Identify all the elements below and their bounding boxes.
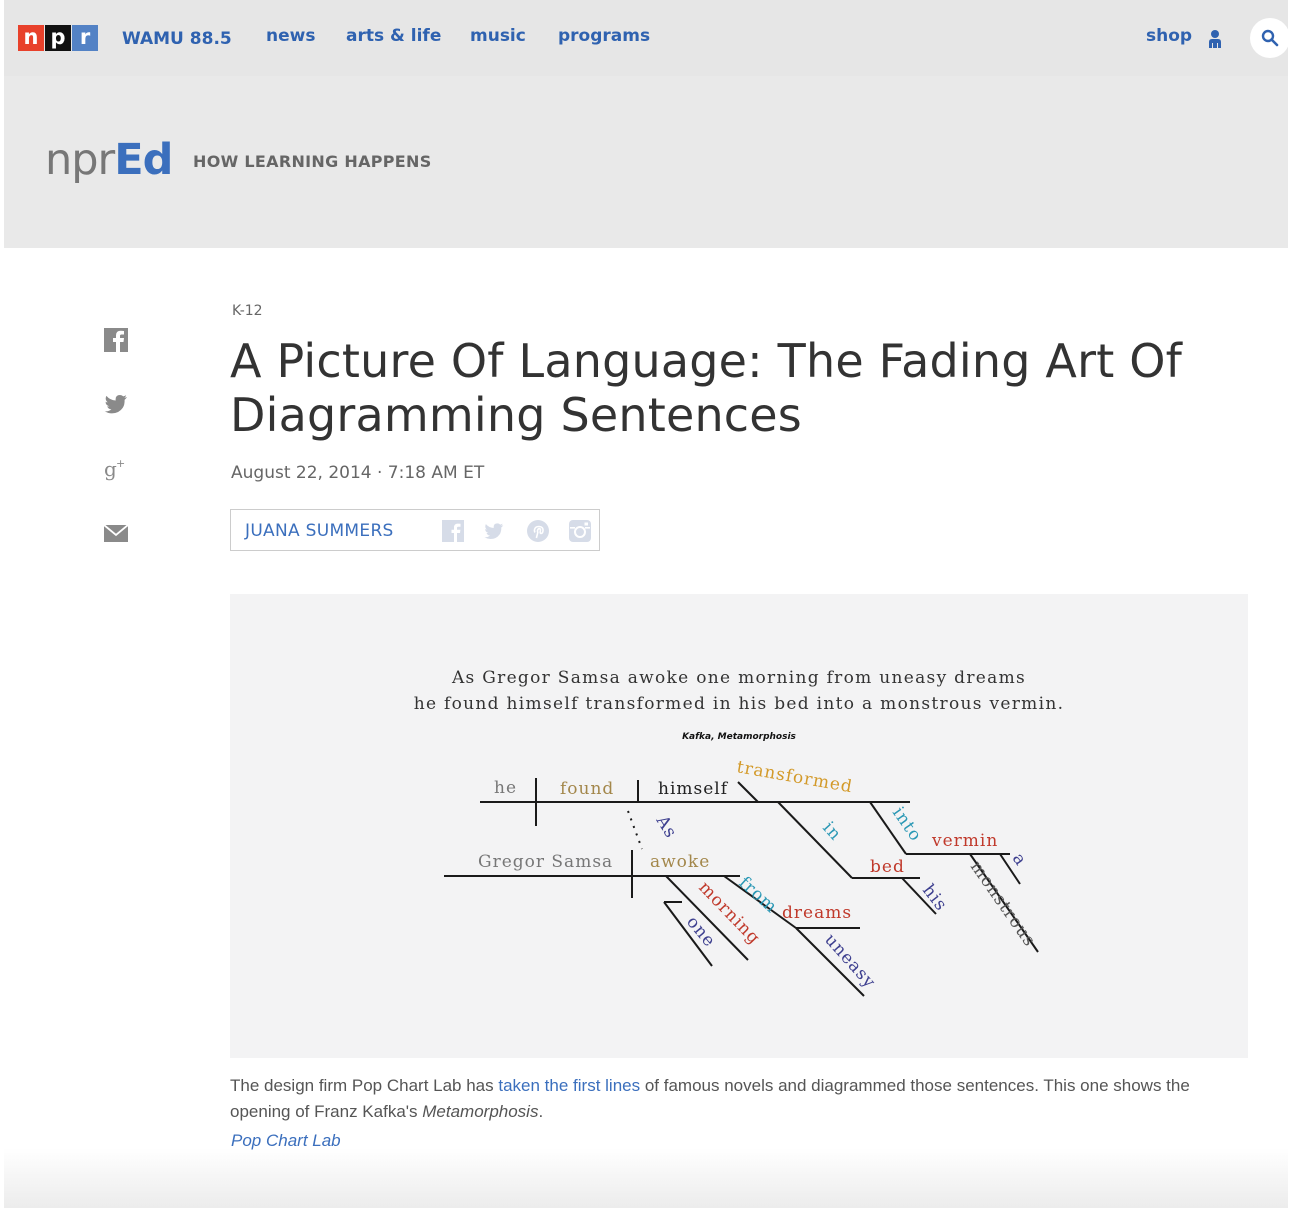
facebook-icon [442, 520, 464, 542]
byline: JUANA SUMMERS [230, 509, 600, 551]
search-button[interactable] [1250, 18, 1290, 58]
pinterest-icon [527, 520, 549, 542]
word-awoke: awoke [650, 852, 710, 872]
caption-italic: Metamorphosis [422, 1102, 539, 1121]
word-found: found [560, 779, 614, 799]
search-icon [1261, 29, 1279, 47]
word-a: a [1008, 849, 1031, 870]
share-google-plus-button[interactable]: g + [103, 455, 129, 481]
logo-ed-text: Ed [114, 135, 173, 185]
svg-text:+: + [116, 457, 125, 470]
share-facebook-button[interactable] [103, 327, 129, 353]
article-image[interactable]: As Gregor Samsa awoke one morning from u… [230, 594, 1248, 1058]
nav-item-news[interactable]: news [266, 26, 315, 46]
station-link[interactable]: WAMU 88.5 [122, 29, 232, 49]
npr-logo[interactable]: n p r [18, 25, 99, 51]
complement-slant [737, 781, 759, 803]
instagram-icon [569, 520, 591, 542]
in-line [777, 801, 853, 879]
facebook-icon [104, 328, 128, 352]
user-icon[interactable] [1207, 29, 1223, 49]
google-plus-icon: g + [104, 457, 125, 481]
share-email-button[interactable] [103, 520, 129, 546]
share-twitter-button[interactable] [103, 391, 129, 417]
clause-connector [627, 810, 643, 850]
nav-item-shop[interactable]: shop [1146, 26, 1192, 46]
npr-ed-logo[interactable]: nprEd [45, 134, 173, 186]
word-he: he [494, 778, 517, 798]
brand-tagline: HOW LEARNING HAPPENS [193, 152, 432, 171]
author-pinterest-button[interactable] [527, 520, 549, 542]
word-transformed: transformed [735, 757, 854, 797]
author-instagram-button[interactable] [569, 520, 591, 542]
top-nav: n p r WAMU 88.5 news arts & life music p… [4, 0, 1290, 76]
sentence-diagram: he found himself transformed As in into … [444, 757, 1040, 997]
word-his: his [918, 881, 951, 915]
section-slug[interactable]: K-12 [232, 303, 263, 319]
word-as: As [651, 811, 681, 842]
caption-link[interactable]: taken the first lines [498, 1076, 640, 1095]
brand-header: nprEd HOW LEARNING HAPPENS [4, 76, 1288, 248]
word-dreams: dreams [782, 903, 852, 923]
article-date: August 22, 2014 · 7:18 AM ET [231, 463, 485, 483]
word-himself: himself [658, 779, 729, 799]
word-in: in [818, 818, 845, 845]
caption-text-1: The design firm Pop Chart Lab has [230, 1076, 499, 1095]
article-title: A Picture Of Language: The Fading Art Of… [230, 334, 1183, 442]
word-bed: bed [870, 857, 905, 877]
author-twitter-button[interactable] [483, 520, 505, 542]
word-one: one [682, 912, 719, 951]
twitter-icon [484, 523, 504, 539]
npr-logo-letter-p: p [45, 25, 71, 51]
nav-item-programs[interactable]: programs [558, 26, 650, 46]
npr-logo-letter-n: n [18, 25, 44, 51]
npr-logo-letter-r: r [72, 25, 98, 51]
twitter-icon [104, 395, 127, 414]
diagram-words: he found himself transformed As in into … [478, 757, 1040, 992]
author-link[interactable]: JUANA SUMMERS [245, 521, 394, 541]
page: n p r WAMU 88.5 news arts & life music p… [4, 0, 1290, 1208]
word-gregor-samsa: Gregor Samsa [478, 852, 613, 872]
word-vermin: vermin [931, 831, 998, 851]
nav-item-arts-life[interactable]: arts & life [346, 26, 441, 46]
nav-item-music[interactable]: music [470, 26, 526, 46]
word-into: into [888, 803, 926, 845]
word-monstrous: monstrous [966, 857, 1040, 950]
author-facebook-button[interactable] [442, 520, 464, 542]
bottom-fade [4, 1148, 1288, 1208]
email-icon [103, 524, 129, 542]
caption-end: . [538, 1102, 544, 1121]
logo-npr-text: npr [45, 135, 115, 185]
image-caption: The design firm Pop Chart Lab has taken … [230, 1073, 1230, 1125]
